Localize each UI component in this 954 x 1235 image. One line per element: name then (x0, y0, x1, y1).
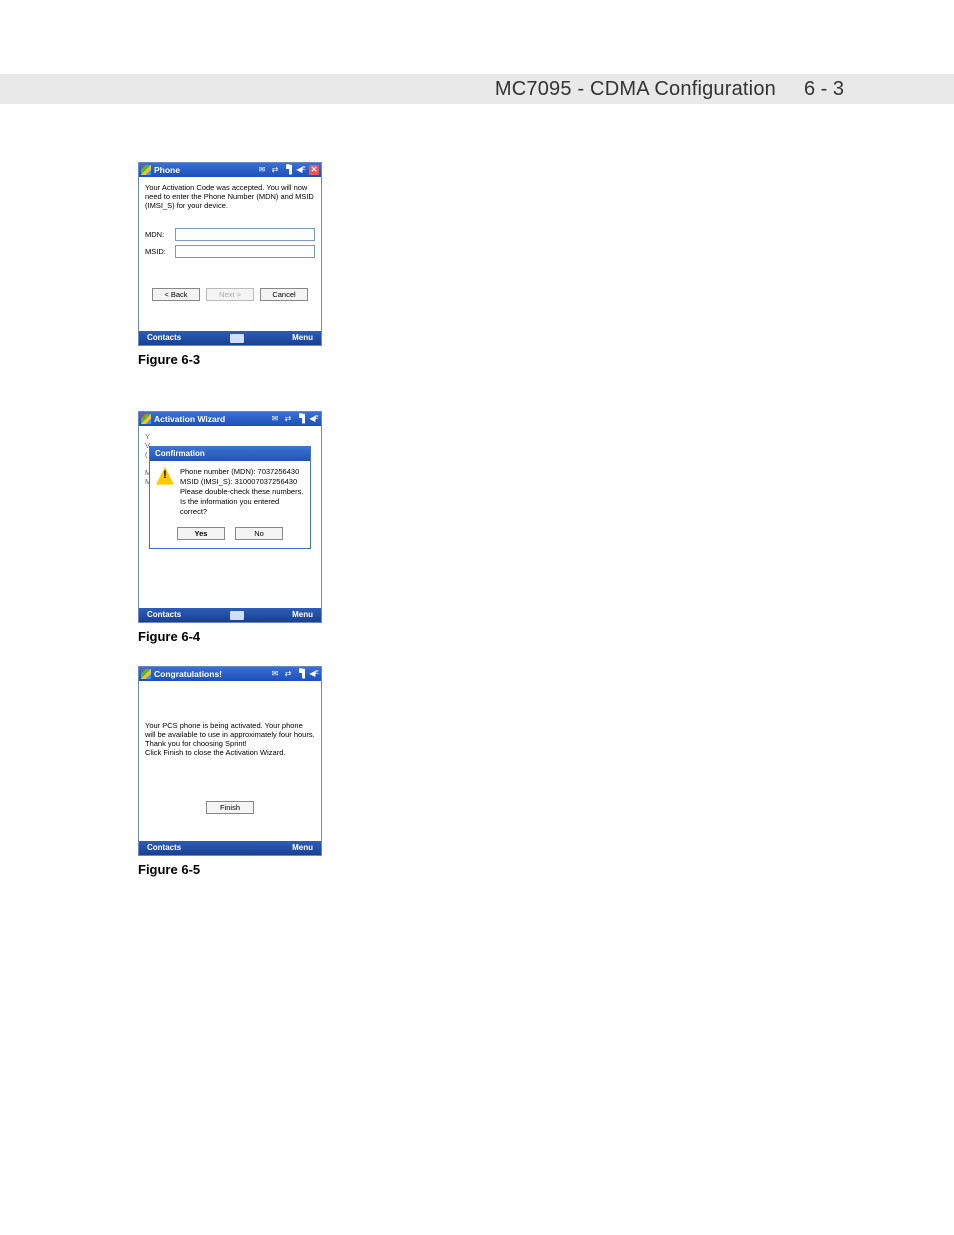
bottom-bar-3: Contacts Menu (139, 841, 321, 855)
header-page: 6 - 3 (804, 78, 844, 101)
yes-button[interactable]: Yes (177, 527, 225, 540)
finish-button[interactable]: Finish (206, 801, 254, 814)
titlebar-1: Phone ✉ ⇄ ▝▌ ◀ᴱ ✕ (139, 163, 321, 177)
figure-caption-1: Figure 6-3 (138, 352, 322, 367)
signal-icon: ▝▌ (296, 669, 306, 679)
sync-icon: ⇄ (283, 414, 293, 424)
dialog-message: Phone number (MDN): 7037256430MSID (IMSI… (180, 467, 304, 518)
start-flag-icon (141, 669, 151, 679)
warning-icon (156, 467, 174, 485)
contacts-softkey[interactable]: Contacts (147, 333, 181, 343)
start-flag-icon (141, 165, 151, 175)
confirmation-dialog: Confirmation Phone number (MDN): 7037256… (149, 446, 311, 549)
sync-icon: ⇄ (270, 165, 280, 175)
titlebar-3: Congratulations! ✉ ⇄ ▝▌ ◀ᴱ (139, 667, 321, 681)
congrats-text: Your PCS phone is being activated. Your … (145, 721, 315, 757)
figure-caption-2: Figure 6-4 (138, 629, 322, 644)
next-button: Next > (206, 288, 254, 301)
keyboard-icon[interactable] (230, 334, 244, 343)
back-button[interactable]: < Back (152, 288, 200, 301)
speaker-icon: ◀ᴱ (296, 165, 306, 175)
msid-label: MSID: (145, 247, 175, 256)
menu-softkey[interactable]: Menu (292, 843, 313, 853)
signal-icon: ▝▌ (296, 414, 306, 424)
dialog-title: Confirmation (150, 447, 310, 461)
contacts-softkey[interactable]: Contacts (147, 610, 181, 620)
titlebar-2: Activation Wizard ✉ ⇄ ▝▌ ◀ᴱ (139, 412, 321, 426)
mdn-input[interactable] (175, 228, 315, 241)
cancel-button[interactable]: Cancel (260, 288, 308, 301)
window-title-1: Phone (154, 165, 254, 175)
contacts-softkey[interactable]: Contacts (147, 843, 181, 853)
bottom-bar-2: Contacts Menu (139, 608, 321, 622)
mail-icon: ✉ (270, 414, 280, 424)
mail-icon: ✉ (270, 669, 280, 679)
sync-icon: ⇄ (283, 669, 293, 679)
instruction-text: Your Activation Code was accepted. You w… (145, 183, 315, 210)
speaker-icon: ◀ᴱ (309, 669, 319, 679)
screenshot-3: Congratulations! ✉ ⇄ ▝▌ ◀ᴱ Your PCS phon… (138, 666, 322, 856)
bottom-bar-1: Contacts Menu (139, 331, 321, 345)
screenshot-2: Activation Wizard ✉ ⇄ ▝▌ ◀ᴱ YV(MM Confir… (138, 411, 322, 623)
close-icon[interactable]: ✕ (309, 165, 319, 175)
header-title: MC7095 - CDMA Configuration (495, 78, 776, 101)
speaker-icon: ◀ᴱ (309, 414, 319, 424)
window-title-3: Congratulations! (154, 669, 267, 679)
keyboard-icon[interactable] (230, 611, 244, 620)
signal-icon: ▝▌ (283, 165, 293, 175)
msid-input[interactable] (175, 245, 315, 258)
start-flag-icon (141, 414, 151, 424)
menu-softkey[interactable]: Menu (292, 610, 313, 620)
mail-icon: ✉ (257, 165, 267, 175)
window-title-2: Activation Wizard (154, 414, 267, 424)
screenshot-1: Phone ✉ ⇄ ▝▌ ◀ᴱ ✕ Your Activation Code w… (138, 162, 322, 346)
no-button[interactable]: No (235, 527, 283, 540)
figure-caption-3: Figure 6-5 (138, 862, 322, 877)
mdn-label: MDN: (145, 230, 175, 239)
menu-softkey[interactable]: Menu (292, 333, 313, 343)
